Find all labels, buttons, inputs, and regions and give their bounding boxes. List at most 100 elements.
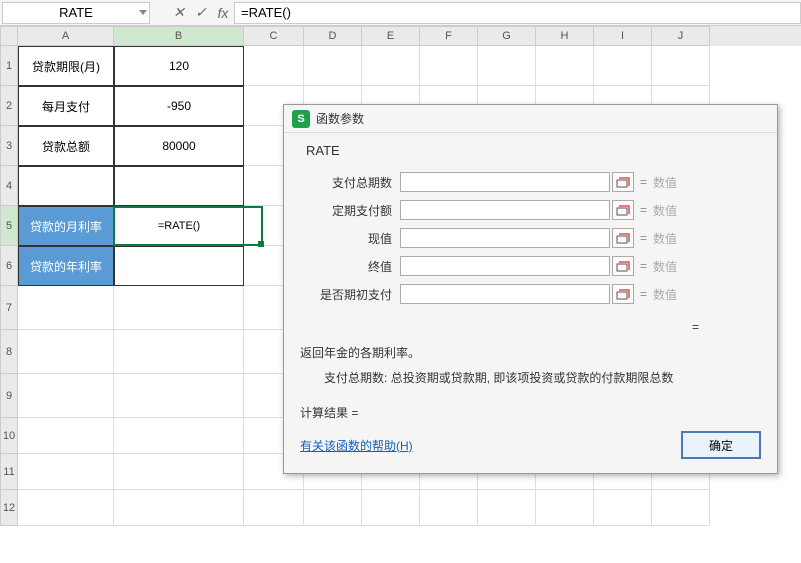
param-input[interactable] (400, 228, 610, 248)
row-header-11[interactable]: 11 (0, 454, 18, 490)
row-header-3[interactable]: 3 (0, 126, 18, 166)
cell[interactable] (114, 330, 244, 374)
col-header-A[interactable]: A (18, 26, 114, 46)
cell[interactable] (114, 490, 244, 526)
cell[interactable] (18, 418, 114, 454)
select-all-corner[interactable] (0, 26, 18, 46)
range-picker-button[interactable] (612, 256, 634, 276)
cell[interactable] (478, 490, 536, 526)
cell[interactable] (420, 490, 478, 526)
row-header-6[interactable]: 6 (0, 246, 18, 286)
help-link[interactable]: 有关该函数的帮助(H) (300, 437, 413, 454)
cell[interactable] (244, 46, 304, 86)
dialog-titlebar[interactable]: S 函数参数 (284, 105, 777, 133)
range-picker-button[interactable] (612, 200, 634, 220)
row-header-7[interactable]: 7 (0, 286, 18, 330)
cell[interactable] (114, 374, 244, 418)
row-header-12[interactable]: 12 (0, 490, 18, 526)
param-label: 现值 (300, 230, 400, 247)
cell-B4[interactable] (114, 166, 244, 206)
dialog-body: RATE 支付总期数=数值定期支付额=数值现值=数值终值=数值是否期初支付=数值… (284, 133, 777, 473)
cell-B6[interactable] (114, 246, 244, 286)
cell-A2[interactable]: 每月支付 (18, 86, 114, 126)
cell[interactable] (114, 418, 244, 454)
col-header-F[interactable]: F (420, 26, 478, 46)
function-description: 返回年金的各期利率。 (300, 344, 761, 361)
row-header-10[interactable]: 10 (0, 418, 18, 454)
confirm-formula-button[interactable]: ✓ (190, 2, 212, 24)
equals-sign: = (640, 203, 647, 217)
equals-sign: = (640, 231, 647, 245)
cell[interactable] (420, 46, 478, 86)
cell[interactable] (478, 46, 536, 86)
col-header-G[interactable]: G (478, 26, 536, 46)
function-name: RATE (306, 143, 761, 158)
cell-B3[interactable]: 80000 (114, 126, 244, 166)
col-header-H[interactable]: H (536, 26, 594, 46)
cell-B1[interactable]: 120 (114, 46, 244, 86)
row-header-2[interactable]: 2 (0, 86, 18, 126)
cell[interactable] (594, 490, 652, 526)
cell[interactable] (594, 46, 652, 86)
cell-B5[interactable]: =RATE() (114, 206, 244, 246)
fx-button[interactable]: fx (212, 2, 234, 24)
col-header-B[interactable]: B (114, 26, 244, 46)
param-input[interactable] (400, 256, 610, 276)
chevron-down-icon[interactable] (139, 10, 147, 15)
cell-A6[interactable]: 贷款的年利率 (18, 246, 114, 286)
calc-result: 计算结果 = (300, 404, 761, 421)
cell-B2[interactable]: -950 (114, 86, 244, 126)
row-header-8[interactable]: 8 (0, 330, 18, 374)
param-description: 支付总期数: 总投资期或贷款期, 即该项投资或贷款的付款期限总数 (324, 369, 761, 386)
cancel-formula-button[interactable]: ✕ (168, 2, 190, 24)
cell[interactable] (652, 490, 710, 526)
function-arguments-dialog[interactable]: S 函数参数 RATE 支付总期数=数值定期支付额=数值现值=数值终值=数值是否… (283, 104, 778, 474)
cell[interactable] (304, 46, 362, 86)
app-icon: S (292, 110, 310, 128)
equals-sign: = (640, 259, 647, 273)
cell[interactable] (536, 46, 594, 86)
range-select-icon (616, 259, 630, 273)
cell-A5[interactable]: 贷款的月利率 (18, 206, 114, 246)
dialog-title: 函数参数 (316, 110, 364, 127)
cell[interactable] (18, 330, 114, 374)
col-header-J[interactable]: J (652, 26, 710, 46)
range-select-icon (616, 287, 630, 301)
row-header-5[interactable]: 5 (0, 206, 18, 246)
formula-bar: RATE ✕ ✓ fx =RATE() (0, 0, 801, 26)
range-picker-button[interactable] (612, 284, 634, 304)
param-value-hint: 数值 (653, 258, 677, 275)
cell[interactable] (652, 46, 710, 86)
cell[interactable] (114, 286, 244, 330)
cell[interactable] (244, 490, 304, 526)
cell[interactable] (18, 454, 114, 490)
cell[interactable] (362, 46, 420, 86)
cell-A3[interactable]: 贷款总额 (18, 126, 114, 166)
cell[interactable] (304, 490, 362, 526)
cell-A4[interactable] (18, 166, 114, 206)
ok-button[interactable]: 确定 (681, 431, 761, 459)
row-header-1[interactable]: 1 (0, 46, 18, 86)
param-input[interactable] (400, 172, 610, 192)
param-input[interactable] (400, 284, 610, 304)
formula-input[interactable]: =RATE() (234, 2, 801, 24)
column-headers: A B C D E F G H I J (0, 26, 801, 46)
row-header-9[interactable]: 9 (0, 374, 18, 418)
cell[interactable] (362, 490, 420, 526)
name-box[interactable]: RATE (2, 2, 150, 24)
cell-A1[interactable]: 贷款期限(月) (18, 46, 114, 86)
cell[interactable] (18, 490, 114, 526)
param-input[interactable] (400, 200, 610, 220)
cell[interactable] (18, 374, 114, 418)
cell[interactable] (536, 490, 594, 526)
col-header-E[interactable]: E (362, 26, 420, 46)
col-header-C[interactable]: C (244, 26, 304, 46)
range-select-icon (616, 231, 630, 245)
cell[interactable] (114, 454, 244, 490)
row-header-4[interactable]: 4 (0, 166, 18, 206)
range-picker-button[interactable] (612, 172, 634, 192)
range-picker-button[interactable] (612, 228, 634, 248)
col-header-I[interactable]: I (594, 26, 652, 46)
cell[interactable] (18, 286, 114, 330)
col-header-D[interactable]: D (304, 26, 362, 46)
